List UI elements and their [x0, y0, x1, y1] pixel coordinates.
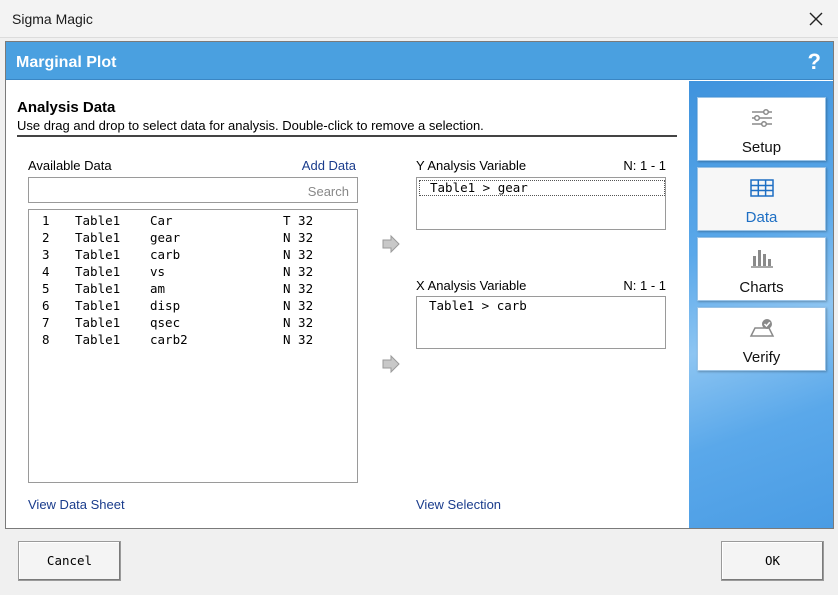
- search-input[interactable]: Search: [28, 177, 358, 203]
- nav-data-label: Data: [745, 209, 778, 226]
- row-column: am: [150, 281, 166, 296]
- row-column: vs: [150, 264, 166, 279]
- row-number: 6: [42, 298, 50, 313]
- cancel-button[interactable]: Cancel: [18, 541, 121, 581]
- close-icon: [809, 12, 823, 26]
- analysis-data-panel: Analysis Data Use drag and drop to selec…: [6, 81, 689, 528]
- table-row[interactable]: 1 Table1 Car T 32: [29, 213, 357, 230]
- section-description: Use drag and drop to select data for ana…: [17, 118, 484, 133]
- section-title: Analysis Data: [17, 99, 116, 116]
- dialog-frame: Marginal Plot ? Analysis Data Use drag a…: [5, 41, 834, 529]
- search-placeholder: Search: [307, 184, 349, 199]
- section-divider: [17, 135, 677, 137]
- row-table: Table1: [75, 298, 121, 313]
- sliders-icon: [751, 108, 772, 128]
- bar-chart-icon: [750, 250, 773, 268]
- available-data-list[interactable]: 1 Table1 Car T 32 2 Table1 gear N 32 3 Table1 carb…: [28, 209, 358, 483]
- row-column: gear: [150, 230, 181, 245]
- row-type: N 32: [283, 332, 314, 347]
- x-variable-box[interactable]: Table1 > carb: [416, 296, 666, 349]
- table-row[interactable]: 8 Table1 carb2 N 32: [29, 332, 357, 349]
- nav-verify-button[interactable]: Verify: [697, 307, 826, 371]
- table-row[interactable]: 2 Table1 gear N 32: [29, 230, 357, 247]
- table-icon: [749, 179, 774, 197]
- row-number: 4: [42, 264, 50, 279]
- table-row[interactable]: 5 Table1 am N 32: [29, 281, 357, 298]
- row-number: 7: [42, 315, 50, 330]
- row-table: Table1: [75, 281, 121, 296]
- row-number: 8: [42, 332, 50, 347]
- row-type: N 32: [283, 315, 314, 330]
- row-type: N 32: [283, 247, 314, 262]
- add-y-arrow-icon[interactable]: [380, 233, 402, 255]
- table-row[interactable]: 7 Table1 qsec N 32: [29, 315, 357, 332]
- nav-verify-label: Verify: [742, 349, 781, 366]
- row-type: T 32: [283, 213, 314, 228]
- table-row[interactable]: 4 Table1 vs N 32: [29, 264, 357, 281]
- window-titlebar: Sigma Magic: [0, 0, 838, 38]
- add-x-arrow-icon[interactable]: [380, 353, 402, 375]
- row-table: Table1: [75, 315, 121, 330]
- row-type: N 32: [283, 230, 314, 245]
- x-variable-item[interactable]: Table1 > carb: [419, 299, 665, 315]
- row-column: qsec: [150, 315, 181, 330]
- row-column: carb2: [150, 332, 188, 347]
- nav-setup-button[interactable]: Setup: [697, 97, 826, 161]
- row-table: Table1: [75, 213, 121, 228]
- close-button[interactable]: [802, 6, 830, 32]
- row-table: Table1: [75, 230, 121, 245]
- table-row[interactable]: 6 Table1 disp N 32: [29, 298, 357, 315]
- y-variable-count: N: 1 - 1: [623, 158, 666, 173]
- row-type: N 32: [283, 264, 314, 279]
- y-variable-item[interactable]: Table1 > gear: [419, 180, 665, 196]
- nav-sidebar: Setup Data Charts Verify: [689, 81, 833, 528]
- row-column: disp: [150, 298, 181, 313]
- row-table: Table1: [75, 264, 121, 279]
- row-column: Car: [150, 213, 173, 228]
- add-data-link[interactable]: Add Data: [302, 158, 356, 173]
- view-selection-link[interactable]: View Selection: [416, 497, 501, 512]
- ok-button[interactable]: OK: [721, 541, 824, 581]
- row-type: N 32: [283, 281, 314, 296]
- x-variable-count: N: 1 - 1: [623, 278, 666, 293]
- row-number: 1: [42, 213, 50, 228]
- row-column: carb: [150, 247, 181, 262]
- y-variable-label: Y Analysis Variable: [416, 158, 527, 173]
- view-data-sheet-link[interactable]: View Data Sheet: [28, 497, 125, 512]
- available-data-label: Available Data: [28, 158, 112, 173]
- table-row[interactable]: 3 Table1 carb N 32: [29, 247, 357, 264]
- window-title: Sigma Magic: [12, 11, 93, 27]
- x-variable-label: X Analysis Variable: [416, 278, 527, 293]
- dialog-footer: Cancel OK: [0, 530, 838, 595]
- nav-charts-label: Charts: [739, 279, 784, 296]
- verify-icon: [749, 319, 774, 337]
- row-number: 3: [42, 247, 50, 262]
- nav-data-button[interactable]: Data: [697, 167, 826, 231]
- nav-setup-label: Setup: [741, 139, 782, 156]
- dialog-header: Marginal Plot ?: [6, 42, 833, 80]
- row-table: Table1: [75, 247, 121, 262]
- row-number: 5: [42, 281, 50, 296]
- row-type: N 32: [283, 298, 314, 313]
- help-button[interactable]: ?: [808, 49, 821, 75]
- nav-charts-button[interactable]: Charts: [697, 237, 826, 301]
- row-number: 2: [42, 230, 50, 245]
- dialog-title: Marginal Plot: [16, 54, 117, 71]
- y-variable-box[interactable]: Table1 > gear: [416, 177, 666, 230]
- row-table: Table1: [75, 332, 121, 347]
